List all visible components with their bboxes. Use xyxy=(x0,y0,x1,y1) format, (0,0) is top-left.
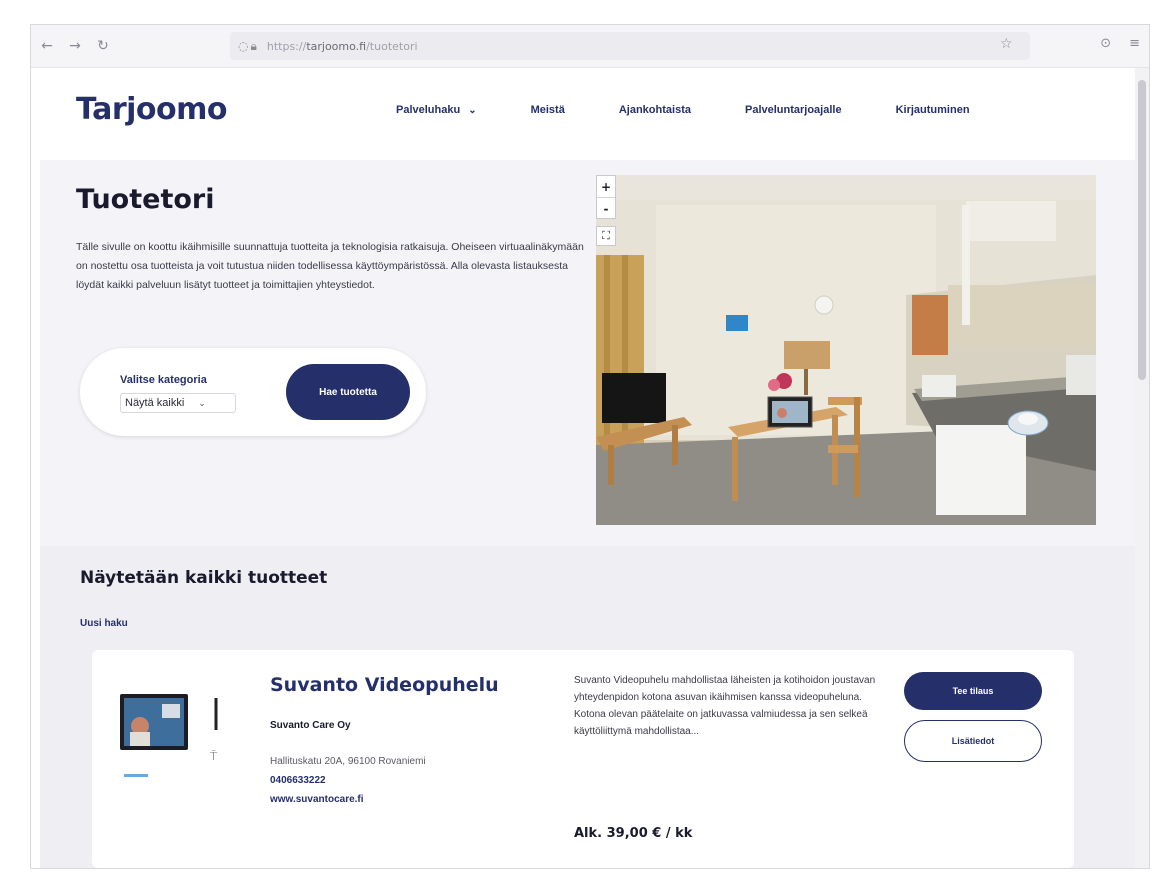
category-select[interactable]: Näytä kaikki ⌄ xyxy=(120,393,236,413)
chevron-down-icon: ⌄ xyxy=(198,397,206,408)
product-price: Alk. 39,00 € / kk xyxy=(574,826,693,841)
url-text: https://tarjoomo.fi/tuotetori xyxy=(266,39,418,53)
product-title[interactable]: Suvanto Videopuhelu xyxy=(270,674,499,696)
hero-section: Tuotetori Tälle sivulle on koottu ikäihm… xyxy=(40,160,1135,546)
browser-toolbar: ← → ↻ ◌ 🔒︎ https://tarjoomo.fi/tuotetori… xyxy=(30,24,1150,68)
category-label: Valitse kategoria xyxy=(120,374,207,386)
nav-ajankohtaista[interactable]: Ajankohtaista xyxy=(619,104,691,116)
website: Tarjoomo Palveluhaku ⌄ Meistä Ajankohtais… xyxy=(40,68,1135,868)
chevron-down-icon: ⌄ xyxy=(468,105,477,116)
results-title: Näytetään kaikki tuotteet xyxy=(80,568,328,588)
search-product-button[interactable]: Hae tuotetta xyxy=(286,364,410,420)
product-website[interactable]: www.suvantocare.fi xyxy=(270,794,364,805)
product-phone[interactable]: 0406633222 xyxy=(270,775,326,786)
more-info-button[interactable]: Lisätiedot xyxy=(904,720,1042,762)
product-address: Hallituskatu 20A, 96100 Rovaniemi xyxy=(270,756,426,767)
site-header: Tarjoomo Palveluhaku ⌄ Meistä Ajankohtais… xyxy=(40,68,1135,160)
zoom-in-button[interactable]: + xyxy=(597,176,615,198)
viewer-zoom-controls: + - xyxy=(596,175,616,219)
screenshot-frame: ← → ↻ ◌ 🔒︎ https://tarjoomo.fi/tuotetori… xyxy=(0,0,1172,879)
forward-icon[interactable]: → xyxy=(64,35,86,57)
address-bar[interactable]: ◌ 🔒︎ https://tarjoomo.fi/tuotetori xyxy=(230,32,1030,60)
main-nav: Palveluhaku ⌄ Meistä Ajankohtaista Palvel… xyxy=(396,104,970,116)
tarjoomo-logo[interactable]: Tarjoomo xyxy=(76,92,228,127)
order-button[interactable]: Tee tilaus xyxy=(904,672,1042,710)
product-card: ⍑ Suvanto Videopuhelu Suvanto Care Oy Ha… xyxy=(92,650,1074,868)
nav-meista[interactable]: Meistä xyxy=(531,104,565,116)
product-thumbnail[interactable]: ⍑ xyxy=(116,686,244,786)
page-description: Tälle sivulle on koottu ikäihmisille suu… xyxy=(76,241,584,291)
room-image xyxy=(596,175,1096,525)
results-section: Näytetään kaikki tuotteet Uusi haku ⍑ Su… xyxy=(40,546,1135,868)
product-company: Suvanto Care Oy xyxy=(270,720,351,731)
product-description: Suvanto Videopuhelu mahdollistaa läheist… xyxy=(574,675,876,737)
reload-icon[interactable]: ↻ xyxy=(92,35,114,57)
back-icon[interactable]: ← xyxy=(36,35,58,57)
tablet-product-image: ⍑ xyxy=(120,690,244,777)
svg-text:⍑: ⍑ xyxy=(210,749,218,763)
shield-icon: ◌ xyxy=(238,39,249,53)
pocket-icon[interactable]: ⊙ xyxy=(1100,36,1111,51)
virtual-room-viewer[interactable] xyxy=(596,175,1096,525)
nav-kirjautuminen[interactable]: Kirjautuminen xyxy=(896,104,970,116)
page-title: Tuotetori xyxy=(76,184,215,215)
zoom-out-button[interactable]: - xyxy=(597,198,615,220)
bookmark-star-icon[interactable]: ☆ xyxy=(1000,36,1013,52)
lock-icon: 🔒︎ xyxy=(250,38,257,53)
scrollbar-thumb[interactable] xyxy=(1138,80,1146,380)
page-scrollbar[interactable] xyxy=(1135,68,1149,868)
nav-palveluhaku[interactable]: Palveluhaku ⌄ xyxy=(396,104,477,116)
new-search-link[interactable]: Uusi haku xyxy=(80,618,128,629)
fullscreen-icon[interactable]: ⛶ xyxy=(596,226,616,246)
menu-icon[interactable]: ≡ xyxy=(1129,36,1140,51)
category-filter: Valitse kategoria Näytä kaikki ⌄ Hae tuot… xyxy=(80,348,426,436)
nav-palveluntarjoajalle[interactable]: Palveluntarjoajalle xyxy=(745,104,842,116)
